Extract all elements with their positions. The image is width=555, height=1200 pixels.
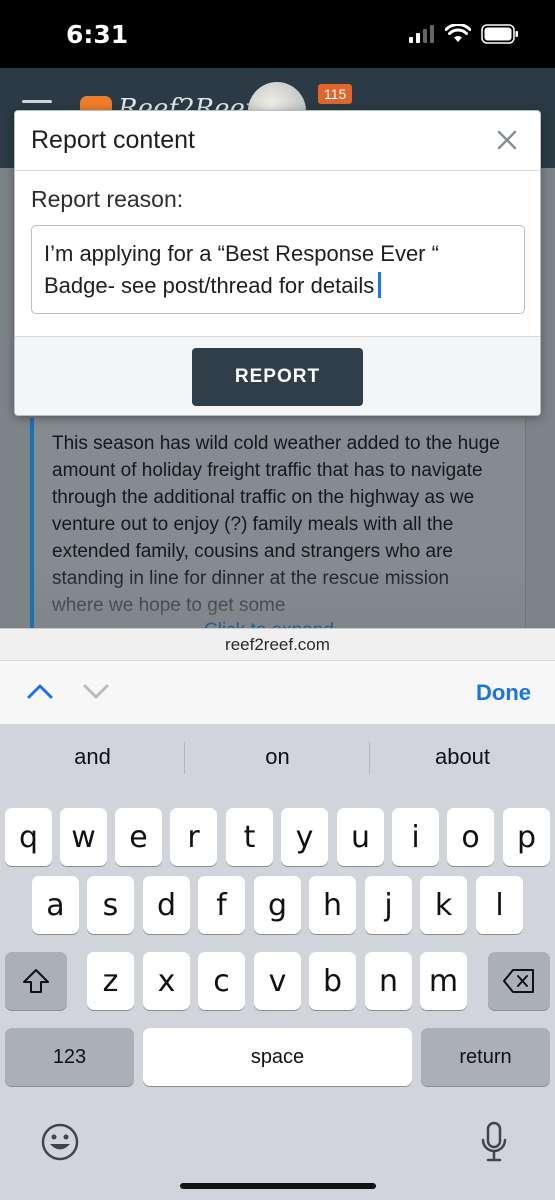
suggestion-bar: and on about [0,724,555,790]
close-icon[interactable] [492,125,522,155]
key-j[interactable]: j [365,876,412,934]
url-bar[interactable]: reef2reef.com [0,628,555,660]
key-z[interactable]: z [87,952,134,1010]
url-text: reef2reef.com [225,634,330,654]
key-n[interactable]: n [365,952,412,1010]
key-v[interactable]: v [254,952,301,1010]
quoted-post: This season has wild cold weather added … [30,418,526,641]
suggestion-2[interactable]: on [185,724,370,790]
key-x[interactable]: x [143,952,190,1010]
keyboard: and on about q w e r t y u i o p a s d f… [0,724,555,1200]
delete-key[interactable] [488,952,550,1010]
key-r[interactable]: r [170,808,217,866]
key-d[interactable]: d [143,876,190,934]
key-l[interactable]: l [476,876,523,934]
suggestion-1[interactable]: and [0,724,185,790]
text-cursor [378,272,382,298]
emoji-icon[interactable] [40,1122,80,1167]
battery-icon [481,24,519,49]
key-w[interactable]: w [60,808,107,866]
notification-badge: 115 [318,84,353,104]
report-button[interactable]: REPORT [192,348,363,406]
key-t[interactable]: t [226,808,273,866]
key-h[interactable]: h [309,876,356,934]
microphone-icon[interactable] [478,1120,510,1169]
key-q[interactable]: q [5,808,52,866]
dialog-title: Report content [31,126,195,154]
key-f[interactable]: f [198,876,245,934]
key-g[interactable]: g [254,876,301,934]
backspace-icon [503,969,534,993]
status-time: 6:31 [66,20,129,49]
report-reason-label: Report reason: [31,186,184,212]
numbers-key[interactable]: 123 [5,1028,134,1086]
key-y[interactable]: y [281,808,328,866]
dialog-header: Report content [15,111,540,171]
key-m[interactable]: m [420,952,467,1010]
shift-icon [23,969,49,993]
chevron-down-icon[interactable] [82,681,110,706]
key-e[interactable]: e [115,808,162,866]
report-content-dialog: Report content Report reason: I’m applyi… [14,110,541,416]
home-indicator[interactable] [180,1183,376,1189]
status-bar: 6:31 [0,0,555,68]
return-key[interactable]: return [421,1028,550,1086]
key-o[interactable]: o [447,808,494,866]
key-u[interactable]: u [337,808,384,866]
space-key[interactable]: space [143,1028,412,1086]
chevron-up-icon[interactable] [26,681,54,706]
keyboard-accessory-bar: Done [0,660,555,724]
report-reason-input[interactable]: I’m applying for a “Best Response Ever “… [31,225,525,314]
key-b[interactable]: b [309,952,356,1010]
key-p[interactable]: p [503,808,550,866]
cellular-signal-icon [409,25,435,48]
dialog-footer: REPORT [15,336,540,415]
shift-key[interactable] [5,952,67,1010]
done-button[interactable]: Done [476,680,531,706]
key-c[interactable]: c [198,952,245,1010]
key-a[interactable]: a [32,876,79,934]
key-s[interactable]: s [87,876,134,934]
suggestion-3[interactable]: about [370,724,555,790]
wifi-icon [444,23,472,49]
status-icons [409,23,519,49]
key-k[interactable]: k [420,876,467,934]
key-i[interactable]: i [392,808,439,866]
